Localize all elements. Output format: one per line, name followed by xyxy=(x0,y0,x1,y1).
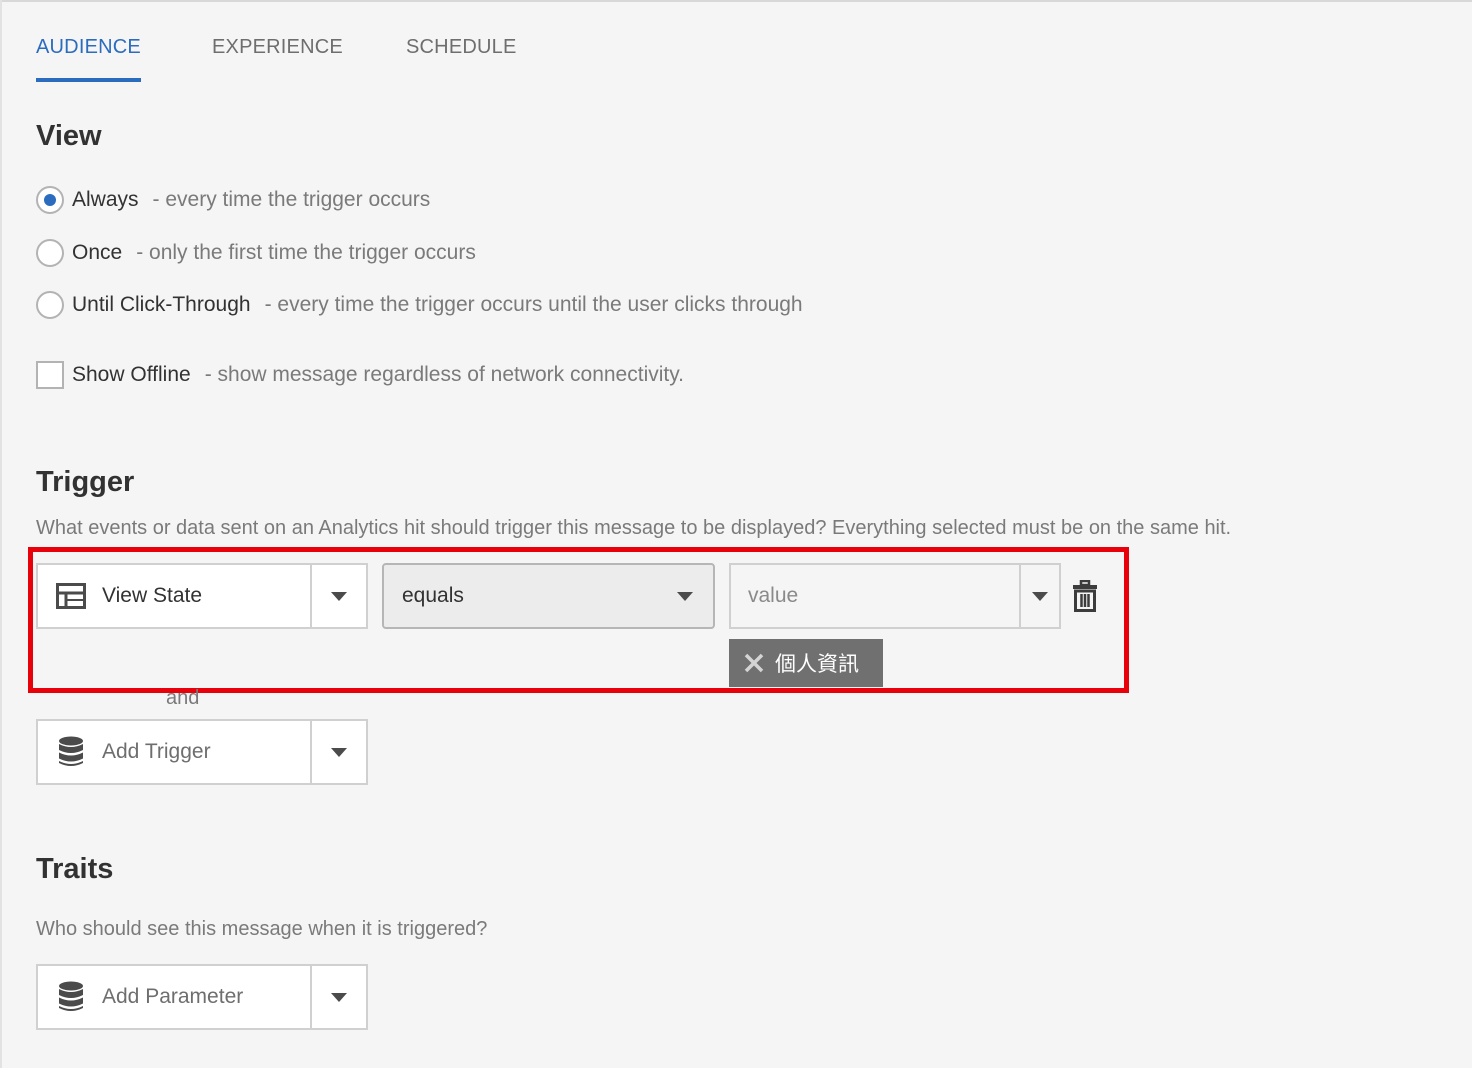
add-trigger-dropdown-toggle[interactable] xyxy=(310,721,366,783)
view-section-title: View xyxy=(36,120,102,152)
chevron-down-icon xyxy=(331,992,347,1002)
view-option-always[interactable]: Always - every time the trigger occurs xyxy=(36,185,430,215)
close-icon[interactable] xyxy=(743,652,765,674)
left-border xyxy=(0,0,2,1068)
show-offline-option[interactable]: Show Offline - show message regardless o… xyxy=(36,360,684,390)
chevron-down-icon xyxy=(677,591,693,601)
show-offline-description: - show message regardless of network con… xyxy=(204,363,685,386)
tab-experience[interactable]: EXPERIENCE xyxy=(212,36,343,82)
traits-section-title: Traits xyxy=(36,853,114,885)
once-label: Once xyxy=(72,241,123,264)
add-parameter-label: Add Parameter xyxy=(102,985,244,1008)
database-icon xyxy=(54,735,88,769)
until-click-through-description: - every time the trigger occurs until th… xyxy=(264,293,803,316)
tab-schedule[interactable]: SCHEDULE xyxy=(406,36,517,82)
value-combobox[interactable] xyxy=(729,563,1061,629)
view-option-once[interactable]: Once - only the first time the trigger o… xyxy=(36,238,476,268)
value-tag: 個人資訊 xyxy=(729,639,883,687)
trigger-field-dropdown-toggle[interactable] xyxy=(310,565,366,627)
add-trigger-dropdown[interactable]: Add Trigger xyxy=(36,719,368,785)
trigger-section-title: Trigger xyxy=(36,466,135,498)
value-input[interactable] xyxy=(731,565,1019,627)
once-radio[interactable] xyxy=(36,239,64,267)
add-parameter-dropdown[interactable]: Add Parameter xyxy=(36,964,368,1030)
add-trigger-label: Add Trigger xyxy=(102,740,211,763)
show-offline-label: Show Offline xyxy=(72,363,191,386)
until-click-through-radio[interactable] xyxy=(36,291,64,319)
operator-label: equals xyxy=(402,584,464,607)
until-click-through-label: Until Click-Through xyxy=(72,293,251,316)
trigger-field-dropdown[interactable]: View State xyxy=(36,563,368,629)
always-radio[interactable] xyxy=(36,186,64,214)
trigger-field-label: View State xyxy=(102,584,203,607)
always-label: Always xyxy=(72,188,139,211)
traits-description: Who should see this message when it is t… xyxy=(36,918,488,940)
value-dropdown-toggle[interactable] xyxy=(1019,565,1059,627)
table-icon xyxy=(54,579,88,613)
show-offline-checkbox[interactable] xyxy=(36,361,64,389)
tab-audience[interactable]: AUDIENCE xyxy=(36,36,141,82)
and-label: and xyxy=(166,687,200,709)
add-parameter-dropdown-toggle[interactable] xyxy=(310,966,366,1028)
always-description: - every time the trigger occurs xyxy=(152,188,431,211)
top-border xyxy=(0,0,1472,2)
database-icon xyxy=(54,980,88,1014)
chevron-down-icon xyxy=(331,747,347,757)
chevron-down-icon xyxy=(1032,591,1048,601)
operator-select[interactable]: equals xyxy=(382,563,715,629)
trash-icon[interactable] xyxy=(1072,579,1098,612)
once-description: - only the first time the trigger occurs xyxy=(136,241,476,264)
value-tag-label: 個人資訊 xyxy=(775,653,859,676)
trigger-description: What events or data sent on an Analytics… xyxy=(36,517,1232,539)
view-option-until-click-through[interactable]: Until Click-Through - every time the tri… xyxy=(36,290,803,320)
chevron-down-icon xyxy=(331,591,347,601)
